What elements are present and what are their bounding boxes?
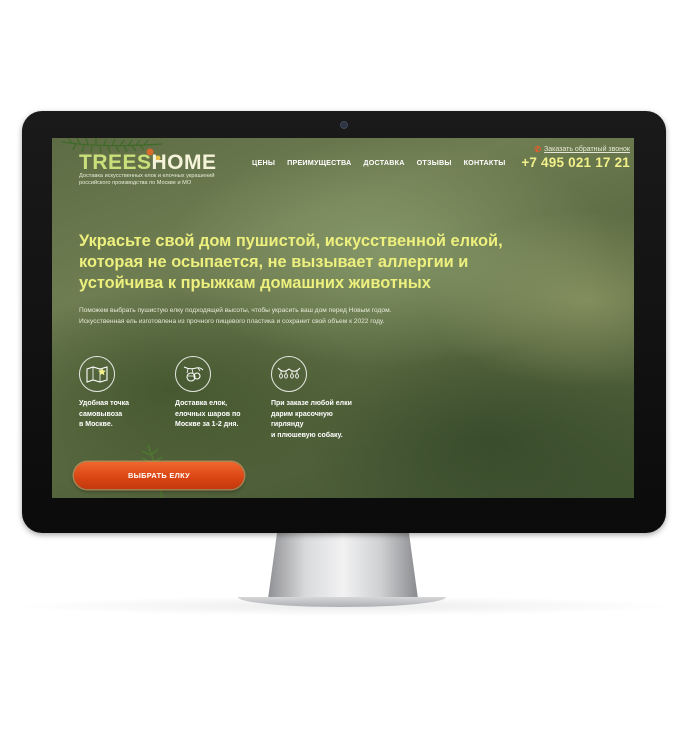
logo-trees: TREES: [79, 151, 152, 174]
feature-delivery-text: Доставка елок, елочных шаров по Москве з…: [175, 400, 241, 428]
hero-description-line-2: Искусственная ель изготовлена из прочног…: [79, 318, 385, 325]
nav-item-prices[interactable]: ЦЕНЫ: [252, 158, 275, 167]
nav-item-advantages[interactable]: ПРЕИМУЩЕСТВА: [287, 158, 351, 167]
nav-item-contacts[interactable]: КОНТАКТЫ: [464, 158, 506, 167]
ornaments-icon: [183, 366, 204, 382]
feature-icon-circle: [175, 356, 211, 392]
nav-item-reviews[interactable]: ОТЗЫВЫ: [417, 158, 452, 167]
map-icon: [86, 366, 108, 383]
feature-pickup: Удобная точка самовывоза в Москве.: [79, 356, 175, 441]
main-nav: ЦЕНЫ ПРЕИМУЩЕСТВА ДОСТАВКА ОТЗЫВЫ КОНТАК…: [252, 158, 505, 167]
website-screen: TREESHOME Доставка искусственных елок и …: [52, 138, 634, 498]
logo-home: HOME: [151, 151, 217, 174]
feature-pickup-text: Удобная точка самовывоза в Москве.: [79, 400, 130, 428]
feature-icon-circle: [79, 356, 115, 392]
desktop-monitor-mockup: TREESHOME Доставка искусственных елок и …: [0, 0, 686, 734]
monitor-stand-neck: [268, 533, 418, 599]
hero-description-line-1: Поможем выбрать пушистую елку подходящей…: [79, 307, 392, 314]
callback-link[interactable]: ✆ Заказать обратный звонок: [534, 145, 630, 154]
callback-label: Заказать обратный звонок: [544, 146, 630, 153]
phone-icon: ✆: [534, 145, 542, 154]
garland-icon: [277, 367, 301, 379]
monitor-bezel: TREESHOME Доставка искусственных елок и …: [22, 111, 666, 533]
site-tagline: Доставка искусственных елок и елочных ук…: [79, 173, 215, 186]
feature-gift-text: При заказе любой елки дарим красочную ги…: [271, 400, 352, 439]
choose-tree-button[interactable]: ВЫБРАТЬ ЕЛКУ: [74, 462, 244, 489]
feature-delivery: Доставка елок, елочных шаров по Москве з…: [175, 356, 271, 441]
site-logo[interactable]: TREESHOME: [79, 152, 217, 173]
feature-icon-circle: [271, 356, 307, 392]
feature-gift: При заказе любой елки дарим красочную ги…: [271, 356, 367, 441]
webcam-icon: [340, 121, 348, 129]
phone-number[interactable]: +7 495 021 17 21: [521, 155, 630, 170]
features-list: Удобная точка самовывоза в Москве. Доста…: [79, 356, 367, 441]
hero-description: Поможем выбрать пушистую елку подходящей…: [79, 305, 499, 327]
nav-item-delivery[interactable]: ДОСТАВКА: [363, 158, 404, 167]
hero-headline: Украсьте свой дом пушистой, искусственно…: [79, 232, 503, 292]
